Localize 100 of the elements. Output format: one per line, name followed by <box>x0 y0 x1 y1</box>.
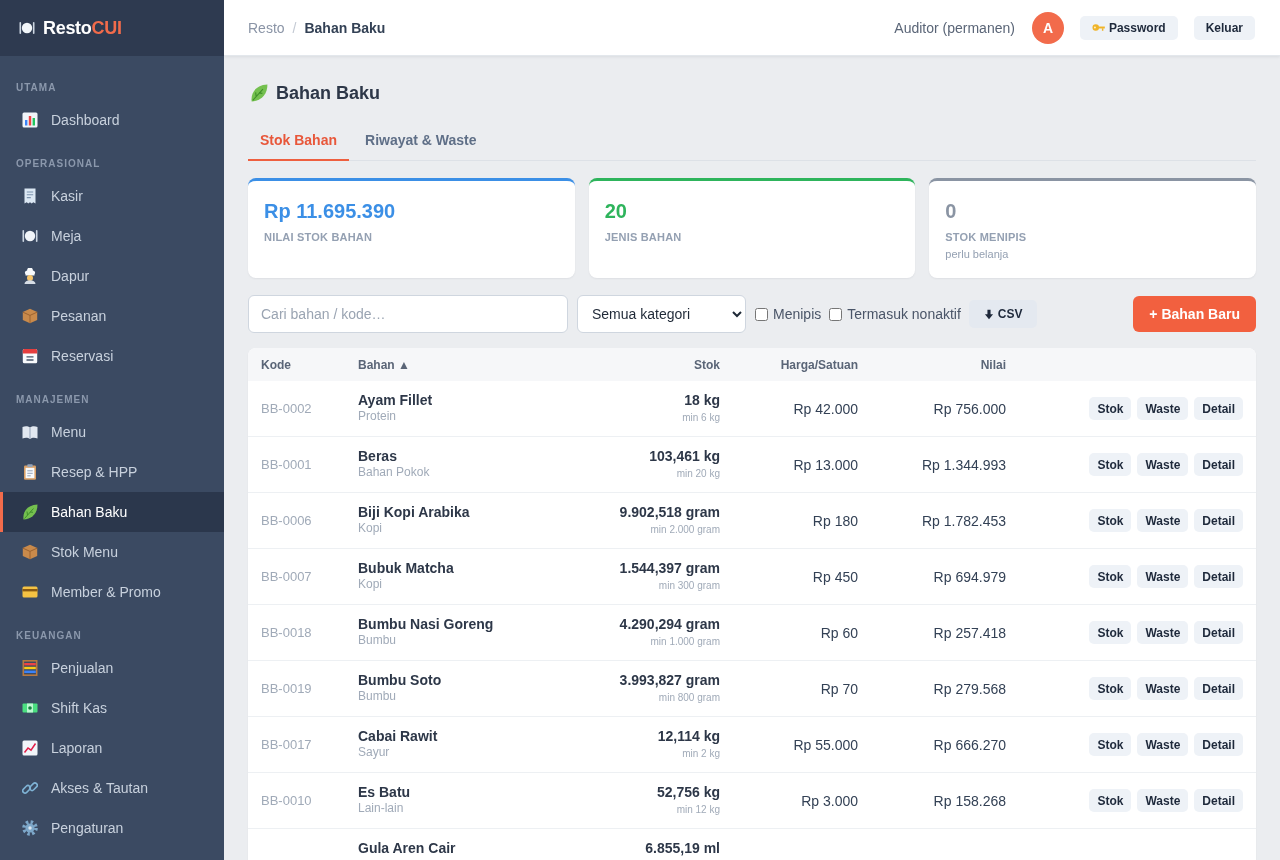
column-header: Bahan ▲ <box>357 357 411 372</box>
sidebar-item[interactable]: Reservasi <box>0 336 224 376</box>
waste-button[interactable]: Waste <box>1137 397 1189 420</box>
bar-chart-icon <box>22 112 38 128</box>
stat-label: JENIS BAHAN <box>604 231 683 244</box>
stock-amount: 3.993,827 gram <box>618 672 720 689</box>
stat-value: 20 <box>604 199 628 223</box>
item-category: Kopi <box>358 577 384 592</box>
price-cell-text: Rp 180 <box>811 512 859 529</box>
sidebar-item[interactable]: Akses & Tautan <box>0 768 224 808</box>
sidebar-item[interactable]: Kasir <box>0 176 224 216</box>
leaf-icon <box>250 84 268 102</box>
search-field[interactable]: Cari bahan / kode… <box>248 295 568 333</box>
book-icon <box>22 424 38 440</box>
detail-button[interactable]: Detail <box>1194 621 1243 644</box>
detail-button[interactable]: Detail <box>1194 677 1243 700</box>
item-name: Gula Aren Cair <box>358 840 457 857</box>
download-icon <box>983 308 994 320</box>
waste-button[interactable]: Waste <box>1137 789 1189 812</box>
sidebar-item[interactable]: Bahan Baku <box>0 492 224 532</box>
value-cell-text: Rp 694.979 <box>932 568 1007 585</box>
plate-icon <box>22 228 38 244</box>
sidebar-item[interactable]: Shift Kas <box>0 688 224 728</box>
value-cell-text: Rp 1.782.453 <box>920 512 1007 529</box>
stock-minimum: min 12 kg <box>675 803 720 816</box>
checkbox-label[interactable]: Menipis <box>773 306 822 322</box>
item-category: Kopi <box>358 521 384 536</box>
code-cell-text: BB-0006 <box>260 513 313 528</box>
sidebar-item[interactable]: Penjualan <box>0 648 224 688</box>
waste-button[interactable]: Waste <box>1137 677 1189 700</box>
item-name: Bubuk Matcha <box>358 560 455 577</box>
stock-button[interactable]: Stok <box>1089 789 1132 812</box>
item-name: Ayam Fillet <box>358 392 434 409</box>
waste-button[interactable]: Waste <box>1137 565 1189 588</box>
stock-button[interactable]: Stok <box>1089 453 1132 476</box>
stock-amount: 6.855,19 ml <box>644 840 720 857</box>
logout-button[interactable]: Keluar <box>1193 15 1255 40</box>
stock-button[interactable]: Stok <box>1089 565 1132 588</box>
stock-button[interactable]: Stok <box>1089 397 1132 420</box>
price-cell-text: Rp 55.000 <box>792 736 859 753</box>
stock-button[interactable]: Stok <box>1089 509 1132 532</box>
item-category: Bahan Pokok <box>358 465 431 480</box>
sidebar-item[interactable]: Pengaturan <box>0 808 224 848</box>
item-category: Bumbu <box>358 633 398 648</box>
detail-button[interactable]: Detail <box>1194 453 1243 476</box>
tab[interactable]: Riwayat & Waste <box>353 120 489 161</box>
stock-button[interactable]: Stok <box>1089 677 1132 700</box>
code-cell-text: BB-0001 <box>260 457 313 472</box>
item-name: Biji Kopi Arabika <box>358 504 471 521</box>
code-cell-text: BB-0002 <box>260 401 313 416</box>
section-label: KEUANGAN <box>15 629 83 643</box>
detail-button[interactable]: Detail <box>1194 733 1243 756</box>
waste-button[interactable]: Waste <box>1137 453 1189 476</box>
checkbox-label[interactable]: Termasuk nonaktif <box>847 306 961 322</box>
item-name: Beras <box>358 448 398 465</box>
code-cell-text: BB-0010 <box>260 793 313 808</box>
export-button[interactable]: CSV <box>968 300 1037 328</box>
detail-button[interactable]: Detail <box>1194 565 1243 588</box>
stock-minimum: min 6 kg <box>681 411 720 424</box>
sidebar-item[interactable]: Pesanan <box>0 296 224 336</box>
sidebar-item[interactable]: Resep & HPP <box>0 452 224 492</box>
checkbox[interactable] <box>755 307 768 321</box>
waste-button[interactable]: Waste <box>1137 509 1189 532</box>
stock-button[interactable]: Stok <box>1089 621 1132 644</box>
stock-amount: 4.290,294 gram <box>618 616 720 633</box>
column-header: Nilai <box>979 357 1007 372</box>
value-cell-text: Rp 756.000 <box>932 400 1007 417</box>
price-cell-text: Rp 450 <box>811 568 859 585</box>
section-label: MANAJEMEN <box>15 393 91 407</box>
page-title: Bahan Baku <box>276 82 381 104</box>
sidebar-item[interactable]: Member & Promo <box>0 572 224 612</box>
stock-button[interactable]: Stok <box>1089 733 1132 756</box>
breadcrumb-separator: / <box>292 19 297 36</box>
checkbox[interactable] <box>829 307 843 321</box>
sidebar-item[interactable]: Dashboard <box>0 100 224 140</box>
line-chart-icon <box>22 740 38 756</box>
value-cell-text: Rp 279.568 <box>932 680 1007 697</box>
price-cell-text: Rp 42.000 <box>792 400 859 417</box>
waste-button[interactable]: Waste <box>1137 621 1189 644</box>
stock-amount: 12,114 kg <box>656 728 720 745</box>
sidebar-item[interactable]: Menu <box>0 412 224 452</box>
user-name: Auditor (permanen) <box>894 19 1015 36</box>
sidebar-item[interactable]: Laporan <box>0 728 224 768</box>
stock-minimum: min 300 gram <box>657 579 720 592</box>
sidebar-item[interactable]: Meja <box>0 216 224 256</box>
key-icon <box>1091 21 1105 34</box>
category-select[interactable]: Semua kategori <box>577 295 746 333</box>
detail-button[interactable]: Detail <box>1194 789 1243 812</box>
stat-value: 0 <box>945 199 958 223</box>
item-name: Cabai Rawit <box>358 728 439 745</box>
password-button[interactable]: Password <box>1079 15 1178 40</box>
price-cell-text: Rp 70 <box>819 680 859 697</box>
plate-icon <box>17 20 37 36</box>
waste-button[interactable]: Waste <box>1137 733 1189 756</box>
stock-amount: 103,461 kg <box>648 448 720 465</box>
sidebar-item[interactable]: Dapur <box>0 256 224 296</box>
detail-button[interactable]: Detail <box>1194 509 1243 532</box>
settings-icon <box>22 820 38 836</box>
sidebar-item[interactable]: Stok Menu <box>0 532 224 572</box>
detail-button[interactable]: Detail <box>1194 397 1243 420</box>
